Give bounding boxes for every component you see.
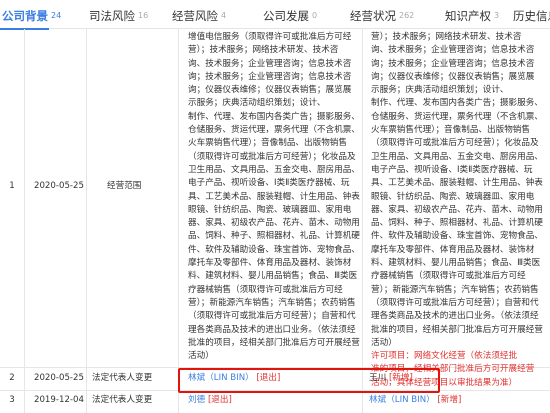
tab-bar: 公司背景 24 司法风险 16 经营风险 4 公司发展 0 经营状况 262 知识产权 3 …	[0, 0, 550, 30]
tab-company-development[interactable]: 公司发展 0	[263, 0, 317, 29]
content-line: （须取得许可或批准后方可经营）；自营和代	[371, 297, 539, 308]
tab-count: 3	[494, 11, 500, 20]
content-line: 询、技术服务；企业管理咨询；信息技术咨	[188, 58, 352, 69]
content-line: 器、家具、初级农产品、花卉、苗木、动物用	[188, 218, 360, 229]
tab-label: 司法风险	[89, 8, 135, 23]
content-line: 制作、代理、发布国内各类广告；摄影服务、	[188, 111, 360, 122]
content-line: 理各类商品及技术的进出口业务。（依法须经	[188, 324, 356, 335]
content-line: 仓储服务、货运代理，票务代理（不含机票、	[371, 111, 543, 122]
change-date: 2019-12-04	[34, 395, 84, 405]
content-line: 卫生用品、文具用品、五金交电、厨房用品、	[188, 164, 360, 175]
change-item: 经营范围	[107, 181, 142, 191]
content-line: 询、技术服务；企业管理咨询；信息技术咨	[371, 45, 535, 56]
column-divider	[178, 29, 179, 413]
status-tag: [新增]	[437, 395, 462, 405]
change-date: 2020-05-25	[34, 181, 84, 191]
tab-intellectual-property[interactable]: 知识产权 3	[445, 0, 499, 29]
highlight-annotation-box	[178, 368, 440, 393]
tab-company-background[interactable]: 公司背景 24	[0, 0, 62, 30]
content-line: 示服务；庆典活动组织策划；设计、	[371, 85, 509, 96]
tab-count: 16	[138, 11, 149, 20]
content-line: 理各类商品及技术的进出口业务。（依法须经	[371, 311, 539, 322]
change-item: 法定代表人变更	[92, 373, 153, 383]
content-line-added: 许可项目：网络文化经营（依法须经批	[371, 351, 518, 362]
content-line: 批准的项目，经相关部门批准后方可开展经营	[188, 337, 360, 348]
content-line: （须取得许可或批准后方可经营）；自营和代	[188, 311, 356, 322]
content-line: 营）；新能源汽车销售；汽车销售；农药销售	[371, 284, 539, 295]
content-line: （须取得许可或批准后方可经营）；化妆品及	[188, 151, 356, 162]
content-line: 件、软件及辅助设备、珠宝首饰、宠物食品、	[188, 244, 360, 255]
content-line: 件、软件及辅助设备、珠宝首饰、宠物食品、	[371, 231, 543, 242]
change-date: 2020-05-25	[34, 373, 84, 383]
change-item: 法定代表人变更	[92, 395, 153, 405]
row-index: 2	[9, 373, 15, 383]
person-link[interactable]: 林斌（LIN BIN）	[369, 395, 435, 405]
content-line: 询；技术服务；企业管理咨询；信息技术咨	[188, 71, 352, 82]
tab-count: 24	[51, 11, 62, 20]
content-before: 刘德 [退出]	[188, 394, 232, 407]
content-line: 营）；技术服务；网络技术研发、技术咨	[371, 32, 522, 42]
content-line: 询；仪器仪表维修；仪器仪表销售；展览展	[371, 71, 535, 82]
content-line: 眼镜、针纺织品、陶瓷、玻璃器皿、家用电	[188, 204, 352, 215]
content-line: 火车票销售代理）；音像制品、出版物销售	[371, 125, 530, 136]
person-link[interactable]: 刘德	[188, 395, 205, 405]
content-line: 摩托车及零部件、体育用品及器材、装饰材	[188, 258, 352, 269]
tab-label: 公司背景	[2, 8, 48, 23]
content-line: 品、饲料、种子、照相器材、礼品、计算机硬	[188, 231, 360, 242]
content-line: 火车票销售代理）；音像制品、出版物销售	[188, 138, 347, 149]
content-line: 活动）	[371, 337, 397, 348]
tab-judicial-risk[interactable]: 司法风险 16	[89, 0, 148, 29]
content-after: 营）；技术服务；网络技术研发、技术咨询、技术服务；企业管理咨询；信息技术咨 询；技…	[371, 31, 543, 390]
content-before: 增值电信服务（须取得许可或批准后方可经 营）；技术服务；网络技术研发、技术咨询、技…	[188, 31, 360, 363]
content-line: 具、工艺美术品、服装鞋帽、计生用品、钟表	[188, 191, 360, 202]
tab-label: 知识产权	[445, 8, 491, 23]
content-line: 活动）	[188, 351, 214, 362]
tab-count: 262	[399, 11, 415, 20]
content-line: 询；仪器仪表维修；仪器仪表销售；展览展	[188, 85, 352, 96]
tab-operating-status[interactable]: 经营状况 262	[350, 0, 414, 29]
content-line: 制作、代理、发布国内各类广告；摄影服务、	[371, 98, 543, 109]
tab-label: 经营风险	[172, 8, 218, 23]
content-line: 疗器械销售（须取得许可或批准后方可经	[188, 284, 343, 295]
content-line: 询；技术服务；企业管理咨询；信息技术咨	[371, 58, 535, 69]
tab-count: 4	[221, 11, 227, 20]
content-line: 增值电信服务（须取得许可或批准后方可经	[188, 32, 352, 42]
content-after: 林斌（LIN BIN） [新增]	[369, 394, 461, 407]
column-divider	[24, 29, 25, 413]
tab-label: 历史信息	[513, 8, 550, 23]
content-line: 料、建筑材料、婴儿用品销售；食品、Ⅲ类医	[188, 271, 358, 282]
tab-operating-risk[interactable]: 经营风险 4	[172, 0, 226, 29]
content-line: 眼镜、针纺织品、陶瓷、玻璃器皿、家用电	[371, 191, 535, 202]
content-line: 批准的项目，经相关部门批准后方可开展经营	[371, 324, 543, 335]
content-line: 示服务；庆典活动组织策划；设计、	[188, 98, 326, 109]
content-line: 疗器械销售（须取得许可或批准后方可经	[371, 271, 526, 282]
tab-history[interactable]: 历史信息1	[513, 0, 550, 29]
content-line: 电子产品、视听设备、Ⅰ类Ⅱ类医疗器械、玩	[188, 178, 350, 189]
content-line: 品、饲料、种子、照相器材、礼品、计算机硬	[371, 218, 543, 229]
content-line: 营）；技术服务；网络技术研发、技术咨	[188, 45, 339, 56]
content-line: 电子产品、视听设备、Ⅰ类Ⅱ类医疗器械、玩	[371, 164, 533, 175]
content-line: 器、家具、初级农产品、花卉、苗木、动物用	[371, 204, 543, 215]
content-line: 仓储服务、货运代理，票务代理（不含机票、	[188, 125, 360, 136]
tab-label: 经营状况	[350, 8, 396, 23]
column-divider	[86, 29, 87, 413]
tab-label: 公司发展	[263, 8, 309, 23]
status-tag: [退出]	[207, 395, 232, 405]
content-line: 营）；新能源汽车销售；汽车销售；农药销售	[188, 297, 356, 308]
content-line: 摩托车及零部件、体育用品及器材、装饰材	[371, 244, 535, 255]
content-line: （须取得许可或批准后方可经营）；化妆品及	[371, 138, 539, 149]
column-divider	[362, 29, 363, 413]
tab-count: 0	[312, 11, 318, 20]
content-line: 卫生用品、文具用品、五金交电、厨房用品、	[371, 151, 543, 162]
content-line: 具、工艺美术品、服装鞋帽、计生用品、钟表	[371, 178, 543, 189]
row-index: 1	[9, 181, 15, 191]
content-line: 料、建筑材料、婴儿用品销售；食品、Ⅲ类医	[371, 258, 541, 269]
row-index: 3	[9, 395, 15, 405]
